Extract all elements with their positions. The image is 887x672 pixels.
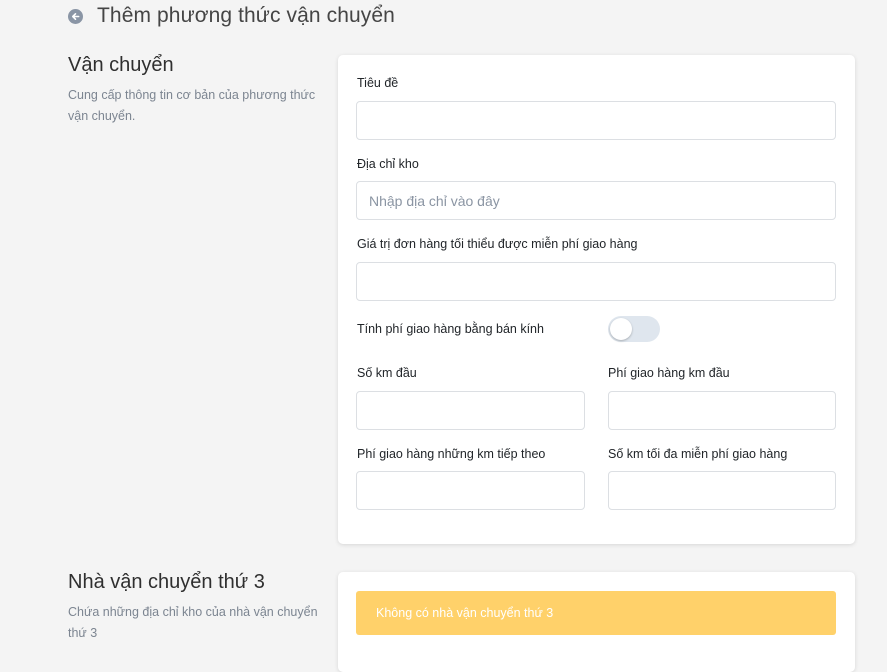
next-km-fee-label: Phí giao hàng những km tiếp theo [357,447,546,461]
max-free-km-label: Số km tối đa miễn phí giao hàng [608,447,788,461]
page-header: Thêm phương thức vận chuyển [68,2,395,30]
third-party-section-description: Chứa những địa chỉ kho của nhà vận chuyể… [68,605,318,640]
min-order-free-shipping-label: Giá trị đơn hàng tối thiểu được miễn phí… [357,237,638,251]
shipping-section-info: Vận chuyển Cung cấp thông tin cơ bản của… [68,54,318,127]
radius-fee-toggle[interactable] [608,316,660,342]
first-km-fee-input[interactable] [608,391,836,430]
warehouse-address-input[interactable] [356,181,836,220]
first-km-input[interactable] [356,391,585,430]
page-title: Thêm phương thức vận chuyển [97,4,395,27]
radius-fee-toggle-label: Tính phí giao hàng bằng bán kính [357,322,544,336]
title-input[interactable] [356,101,836,140]
shipping-section-title: Vận chuyển [68,54,174,76]
shipping-section-description: Cung cấp thông tin cơ bản của phương thứ… [68,88,316,123]
back-arrow-icon[interactable] [68,8,83,24]
title-label: Tiêu đề [357,76,399,90]
third-party-section-info: Nhà vận chuyển thứ 3 Chứa những địa chỉ … [68,571,318,644]
warehouse-address-label: Địa chỉ kho [357,157,419,171]
no-third-party-alert: Không có nhà vận chuyển thứ 3 [356,591,836,635]
shipping-form-card: Tiêu đề Địa chỉ kho Giá trị đơn hàng tối… [338,55,855,544]
next-km-fee-input[interactable] [356,471,585,510]
min-order-free-shipping-input[interactable] [356,262,836,301]
toggle-knob [610,318,632,340]
first-km-fee-label: Phí giao hàng km đầu [608,366,730,380]
first-km-label: Số km đầu [357,366,417,380]
third-party-card: Không có nhà vận chuyển thứ 3 [338,572,855,672]
third-party-section-title: Nhà vận chuyển thứ 3 [68,571,265,593]
max-free-km-input[interactable] [608,471,836,510]
